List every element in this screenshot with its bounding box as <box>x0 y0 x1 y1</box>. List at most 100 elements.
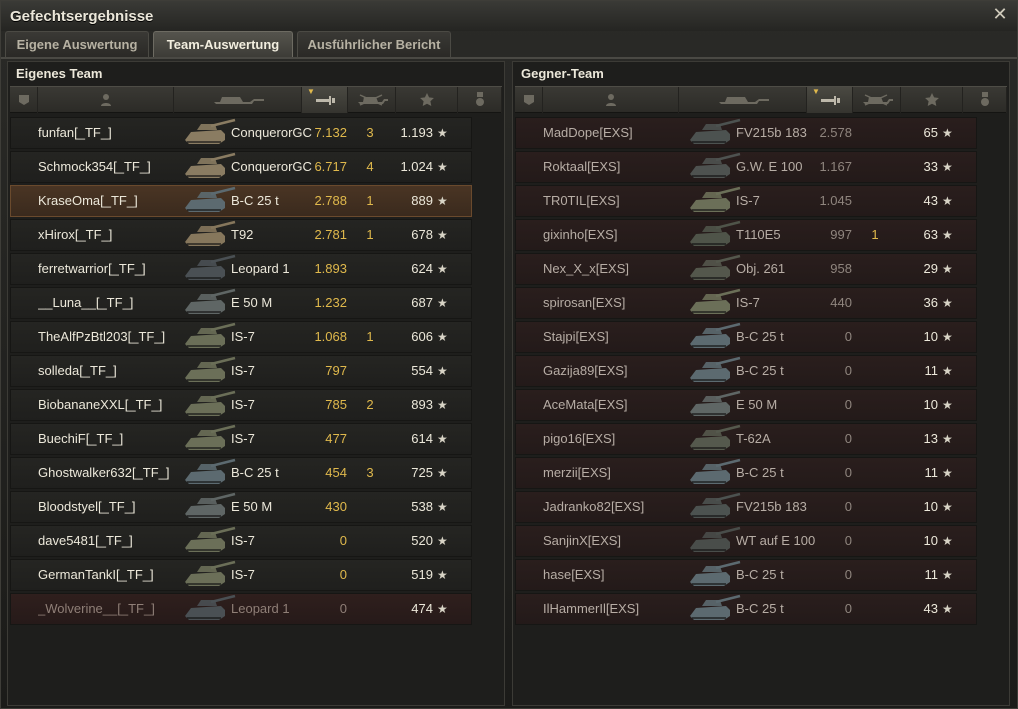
kills-value <box>868 254 882 284</box>
close-icon[interactable]: ✕ <box>991 5 1009 23</box>
own-team-row[interactable]: GermanTankI[_TF_] IS-7 0 519 ★ <box>10 559 472 591</box>
enemy-team-row[interactable]: Roktaal[EXS] G.W. E 100 1.167 33 ★ <box>515 151 977 183</box>
player-name: TheAlfPzBtl203[_TF_] <box>38 329 166 344</box>
xp-value: 687 <box>411 295 433 310</box>
own-team-row[interactable]: _Wolverine__[_TF_] Leopard 1 0 474 ★ <box>10 593 472 625</box>
xp-value: 520 <box>411 533 433 548</box>
own-team-row[interactable]: BuechiF[_TF_] IS-7 477 614 ★ <box>10 423 472 455</box>
kills-value <box>868 594 882 624</box>
own-team-row[interactable]: xHirox[_TF_] T92 2.781 1 678 ★ <box>10 219 472 251</box>
enemy-team-row[interactable]: gixinho[EXS] T110E5 997 1 63 ★ <box>515 219 977 251</box>
tank-image <box>686 526 742 556</box>
own-team-row[interactable]: Schmock354[_TF_] ConquerorGC 6.717 4 1.024 ★ <box>10 151 472 183</box>
platoon-icon <box>522 93 536 107</box>
kills-value <box>363 254 377 284</box>
column-header-xp-star[interactable] <box>396 87 458 113</box>
battle-results-window: Gefechtsergebnisse ✕ Eigene Auswertung T… <box>0 0 1018 709</box>
tank-image <box>181 220 237 250</box>
column-header-damage[interactable]: ▼ <box>302 87 348 113</box>
xp-value: 13 <box>923 431 938 446</box>
enemy-team-row[interactable]: TR0TIL[EXS] IS-7 1.045 43 ★ <box>515 185 977 217</box>
xp-star-icon: ★ <box>437 160 448 174</box>
xp-value: 11 <box>924 567 939 582</box>
kills-value: 1 <box>366 193 374 208</box>
enemy-team-row[interactable]: hase[EXS] B-C 25 t 0 11 ★ <box>515 559 977 591</box>
xp-value: 11 <box>924 363 939 378</box>
kills-value <box>363 526 377 556</box>
own-team-row[interactable]: KraseOma[_TF_] B-C 25 t 2.788 1 889 ★ <box>10 185 472 217</box>
enemy-team-row[interactable]: spirosan[EXS] IS-7 440 36 ★ <box>515 287 977 319</box>
tank-image <box>181 526 237 556</box>
player-name: SanjinX[EXS] <box>543 533 622 548</box>
enemy-team-row[interactable]: Nex_X_x[EXS] Obj. 261 958 29 ★ <box>515 253 977 285</box>
column-header-medal[interactable] <box>963 87 1007 113</box>
enemy-team-row[interactable]: AceMata[EXS] E 50 M 0 10 ★ <box>515 389 977 421</box>
tab-own-evaluation[interactable]: Eigene Auswertung <box>5 31 149 57</box>
enemy-team-row[interactable]: IlHammerIl[EXS] B-C 25 t 0 43 ★ <box>515 593 977 625</box>
player-name: spirosan[EXS] <box>543 295 626 310</box>
enemy-team-row[interactable]: Stajpi[EXS] B-C 25 t 0 10 ★ <box>515 321 977 353</box>
xp-value: 678 <box>411 227 433 242</box>
kills-value <box>363 492 377 522</box>
enemy-team-row[interactable]: Gazija89[EXS] B-C 25 t 0 11 ★ <box>515 355 977 387</box>
kills-value: 2 <box>366 397 374 412</box>
xp-star-icon: ★ <box>942 364 953 378</box>
own-team-row[interactable]: ferretwarrior[_TF_] Leopard 1 1.893 624 ★ <box>10 253 472 285</box>
xp-value: 1.193 <box>400 125 433 140</box>
damage-value: 0 <box>339 533 347 548</box>
tab-detailed-report[interactable]: Ausführlicher Bericht <box>297 31 451 57</box>
column-header-tank[interactable] <box>174 87 302 113</box>
own-team-header: ▼ <box>10 86 502 113</box>
enemy-team-row[interactable]: MadDope[EXS] FV215b 183 2.578 65 ★ <box>515 117 977 149</box>
own-team-row[interactable]: TheAlfPzBtl203[_TF_] IS-7 1.068 1 606 ★ <box>10 321 472 353</box>
enemy-team-row[interactable]: pigo16[EXS] T-62A 0 13 ★ <box>515 423 977 455</box>
player-name: Schmock354[_TF_] <box>38 159 151 174</box>
xp-star-icon: ★ <box>437 602 448 616</box>
tank-image <box>181 390 237 420</box>
xp-value: 893 <box>411 397 433 412</box>
tank-image <box>181 254 237 284</box>
column-header-kills[interactable] <box>853 87 901 113</box>
player-icon <box>605 93 617 107</box>
tank-image <box>686 594 742 624</box>
column-header-platoon[interactable] <box>515 87 543 113</box>
kills-value <box>868 288 882 318</box>
player-name: BuechiF[_TF_] <box>38 431 124 446</box>
enemy-team-row[interactable]: merzii[EXS] B-C 25 t 0 11 ★ <box>515 457 977 489</box>
kills-value: 1 <box>871 227 879 242</box>
xp-value: 725 <box>411 465 433 480</box>
sort-arrow-icon: ▼ <box>812 87 820 96</box>
column-header-platoon[interactable] <box>10 87 38 113</box>
tank-image <box>686 288 742 318</box>
own-team-row[interactable]: Ghostwalker632[_TF_] B-C 25 t 454 3 725 ★ <box>10 457 472 489</box>
enemy-team-row[interactable]: SanjinX[EXS] WT auf E 100 0 10 ★ <box>515 525 977 557</box>
own-team-row[interactable]: __Luna__[_TF_] E 50 M 1.232 687 ★ <box>10 287 472 319</box>
damage-value: 1.167 <box>819 159 852 174</box>
own-team-row[interactable]: Bloodstyel[_TF_] E 50 M 430 538 ★ <box>10 491 472 523</box>
player-name: funfan[_TF_] <box>38 125 112 140</box>
player-name: Roktaal[EXS] <box>543 159 621 174</box>
xp-star-icon: ★ <box>437 126 448 140</box>
xp-value: 538 <box>411 499 433 514</box>
own-team-row[interactable]: dave5481[_TF_] IS-7 0 520 ★ <box>10 525 472 557</box>
player-name: AceMata[EXS] <box>543 397 628 412</box>
column-header-damage[interactable]: ▼ <box>807 87 853 113</box>
tab-team-evaluation[interactable]: Team-Auswertung <box>153 31 293 57</box>
damage-value: 1.045 <box>819 193 852 208</box>
platoon-icon <box>17 93 31 107</box>
player-name: dave5481[_TF_] <box>38 533 133 548</box>
column-header-xp-star[interactable] <box>901 87 963 113</box>
column-header-medal[interactable] <box>458 87 502 113</box>
column-header-kills[interactable] <box>348 87 396 113</box>
own-team-row[interactable]: funfan[_TF_] ConquerorGC 7.132 3 1.193 ★ <box>10 117 472 149</box>
xp-star-icon: ★ <box>437 398 448 412</box>
column-header-player[interactable] <box>38 87 174 113</box>
own-team-row[interactable]: BiobananeXXL[_TF_] IS-7 785 2 893 ★ <box>10 389 472 421</box>
column-header-player[interactable] <box>543 87 679 113</box>
column-header-tank[interactable] <box>679 87 807 113</box>
xp-value: 519 <box>411 567 433 582</box>
damage-value: 0 <box>844 465 852 480</box>
own-team-title: Eigenes Team <box>16 66 103 81</box>
enemy-team-row[interactable]: Jadranko82[EXS] FV215b 183 0 10 ★ <box>515 491 977 523</box>
own-team-row[interactable]: solleda[_TF_] IS-7 797 554 ★ <box>10 355 472 387</box>
